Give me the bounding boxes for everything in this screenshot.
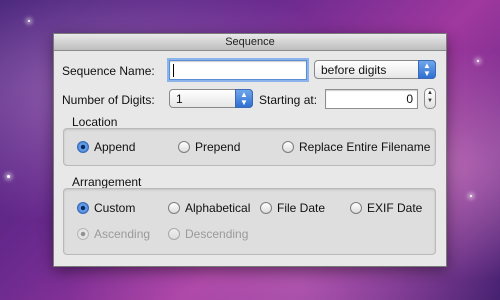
background-star (477, 60, 479, 62)
append-label[interactable]: Append (94, 140, 135, 154)
sequence-name-input[interactable] (169, 60, 307, 80)
background-star (7, 175, 10, 178)
ascending-radio[interactable] (77, 228, 89, 240)
stepper-up-icon[interactable]: ▲ (427, 90, 433, 96)
location-group-box: Append Prepend Replace Entire Filename (63, 128, 436, 166)
location-group-title: Location (72, 115, 118, 129)
custom-label[interactable]: Custom (94, 201, 135, 215)
digits-label: Number of Digits: (62, 93, 155, 107)
alphabetical-radio[interactable] (168, 202, 180, 214)
arrangement-group-title: Arrangement (72, 175, 142, 189)
exif-date-label[interactable]: EXIF Date (367, 201, 422, 215)
background-star (28, 20, 30, 22)
starting-at-input[interactable]: 0 (325, 89, 418, 109)
descending-label[interactable]: Descending (185, 227, 248, 241)
popup-arrows-icon: ▲ ▼ (235, 89, 253, 108)
sequence-name-label: Sequence Name: (62, 64, 155, 78)
popup-arrows-icon: ▲ ▼ (418, 60, 436, 79)
starting-at-label: Starting at: (259, 93, 318, 107)
digits-popup[interactable]: 1 ▲ ▼ (169, 89, 253, 108)
starting-at-value: 0 (406, 92, 413, 106)
name-position-value: before digits (321, 63, 387, 77)
alphabetical-label[interactable]: Alphabetical (185, 201, 250, 215)
ascending-label[interactable]: Ascending (94, 227, 150, 241)
append-radio[interactable] (77, 141, 89, 153)
background-star (470, 195, 472, 197)
file-date-label[interactable]: File Date (277, 201, 325, 215)
stepper-down-icon[interactable]: ▼ (427, 98, 433, 104)
exif-date-radio[interactable] (350, 202, 362, 214)
arrangement-group-box: Custom Alphabetical File Date EXIF Date … (63, 188, 436, 255)
file-date-radio[interactable] (260, 202, 272, 214)
sequence-dialog: Sequence Sequence Name: before digits ▲ ▼… (53, 33, 447, 267)
prepend-radio[interactable] (178, 141, 190, 153)
digits-value: 1 (176, 92, 183, 106)
prepend-label[interactable]: Prepend (195, 140, 240, 154)
custom-radio[interactable] (77, 202, 89, 214)
replace-filename-radio[interactable] (282, 141, 294, 153)
starting-at-stepper[interactable]: ▲ ▼ (424, 88, 436, 109)
name-position-popup[interactable]: before digits ▲ ▼ (314, 60, 436, 79)
descending-radio[interactable] (168, 228, 180, 240)
window-title[interactable]: Sequence (54, 34, 446, 51)
text-caret (173, 64, 174, 77)
replace-filename-label[interactable]: Replace Entire Filename (299, 140, 430, 154)
